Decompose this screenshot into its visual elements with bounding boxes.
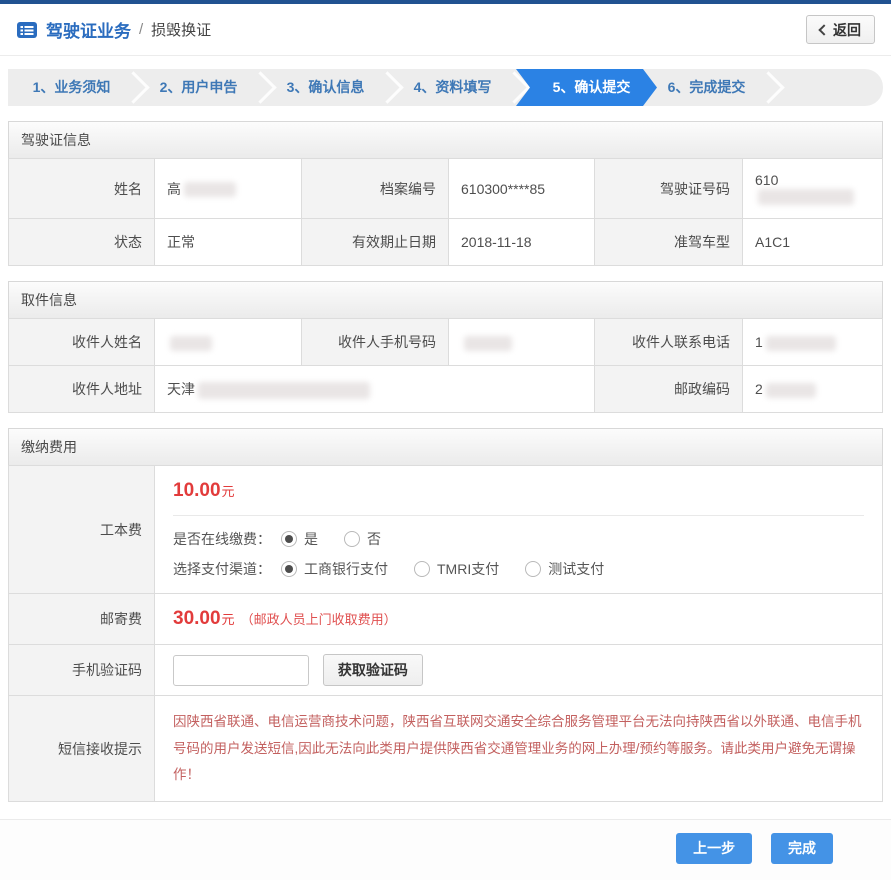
breadcrumb: 驾驶证业务 / 损毁换证	[16, 17, 211, 42]
online-pay-yes-option[interactable]: 是	[281, 529, 318, 549]
status-value: 正常	[155, 219, 302, 266]
channel-icbc-option[interactable]: 工商银行支付	[281, 559, 388, 579]
breadcrumb-separator: /	[139, 21, 143, 38]
redacted-value	[198, 382, 370, 399]
file-number-value: 610300****85	[449, 159, 595, 219]
redacted-value	[170, 336, 212, 351]
radio-tmri-label: TMRI支付	[437, 559, 499, 579]
get-sms-code-button[interactable]: 获取验证码	[323, 654, 423, 686]
online-pay-option-row: 是否在线缴费： 是 否	[173, 529, 864, 549]
table-row: 短信接收提示 因陕西省联通、电信运营商技术问题，陕西省互联网交通安全综合服务管理…	[9, 696, 883, 802]
pickup-info-table: 收件人姓名 收件人手机号码 收件人联系电话 1 收件人地址 天津 邮政编码 2	[8, 318, 883, 413]
table-row: 状态 正常 有效期止日期 2018-11-18 准驾车型 A1C1	[9, 219, 883, 266]
channel-test-option[interactable]: 测试支付	[525, 559, 604, 579]
recipient-address-label: 收件人地址	[9, 366, 155, 413]
step-5-confirm-submit-active: 5、确认提交	[516, 69, 657, 106]
channel-tmri-option[interactable]: TMRI支付	[414, 559, 499, 579]
fees-section-title: 缴纳费用	[8, 428, 883, 465]
back-button-label: 返回	[833, 20, 861, 40]
step-2-user-declaration: 2、用户申告	[135, 69, 262, 106]
pay-channel-option-row: 选择支付渠道： 工商银行支付 TMRI支付 测试支付	[173, 559, 864, 579]
radio-icbc-label: 工商银行支付	[304, 559, 388, 579]
table-row: 手机验证码 获取验证码	[9, 645, 883, 696]
pickup-section-title: 取件信息	[8, 281, 883, 318]
footer-actions: 上一步 完成	[0, 819, 891, 880]
recipient-phone-label: 收件人联系电话	[595, 319, 743, 366]
zip-code-label: 邮政编码	[595, 366, 743, 413]
sms-notice-cell: 因陕西省联通、电信运营商技术问题，陕西省互联网交通安全综合服务管理平台无法向持陕…	[155, 696, 883, 802]
work-fee-label: 工本费	[9, 466, 155, 594]
recipient-mobile-value	[449, 319, 595, 366]
radio-no-icon[interactable]	[344, 531, 360, 547]
sms-code-input[interactable]	[173, 655, 309, 686]
redacted-value	[766, 383, 816, 398]
name-label: 姓名	[9, 159, 155, 219]
table-row: 收件人姓名 收件人手机号码 收件人联系电话 1	[9, 319, 883, 366]
redacted-value	[758, 189, 854, 205]
redacted-value	[464, 336, 512, 351]
status-label: 状态	[9, 219, 155, 266]
pay-channel-question: 选择支付渠道：	[173, 559, 271, 579]
recipient-address-value: 天津	[155, 366, 595, 413]
back-button[interactable]: 返回	[806, 15, 875, 44]
recipient-mobile-label: 收件人手机号码	[302, 319, 449, 366]
fees-table: 工本费 10.00元 是否在线缴费： 是 否	[8, 465, 883, 802]
divider	[173, 515, 864, 516]
recipient-name-label: 收件人姓名	[9, 319, 155, 366]
zip-code-value: 2	[743, 366, 883, 413]
page-header: 驾驶证业务 / 损毁换证 返回	[0, 4, 891, 56]
step-nav: 1、业务须知 2、用户申告 3、确认信息 4、资料填写 5、确认提交 6、完成提…	[8, 69, 883, 106]
breadcrumb-current: 损毁换证	[151, 19, 211, 40]
radio-yes-icon[interactable]	[281, 531, 297, 547]
online-pay-question: 是否在线缴费：	[173, 529, 271, 549]
redacted-value	[766, 336, 836, 351]
radio-no-label: 否	[367, 529, 381, 549]
postage-fee-note: （邮政人员上门收取费用）	[241, 612, 397, 627]
step-bar-tail	[770, 69, 883, 106]
license-section-title: 驾驶证信息	[8, 121, 883, 158]
radio-tmri-icon[interactable]	[414, 561, 430, 577]
work-fee-cell: 10.00元 是否在线缴费： 是 否 选择支付渠道：	[155, 466, 883, 594]
radio-yes-label: 是	[304, 529, 318, 549]
recipient-phone-value: 1	[743, 319, 883, 366]
radio-icbc-icon[interactable]	[281, 561, 297, 577]
expiry-date-value: 2018-11-18	[449, 219, 595, 266]
fees-section: 缴纳费用 工本费 10.00元 是否在线缴费： 是 否	[8, 428, 883, 802]
postage-fee-label: 邮寄费	[9, 594, 155, 645]
vehicle-class-value: A1C1	[743, 219, 883, 266]
online-pay-no-option[interactable]: 否	[344, 529, 381, 549]
license-number-value: 610	[743, 159, 883, 219]
sms-notice-text: 因陕西省联通、电信运营商技术问题，陕西省互联网交通安全综合服务管理平台无法向持陕…	[173, 709, 864, 788]
table-row: 收件人地址 天津 邮政编码 2	[9, 366, 883, 413]
step-4-fill-materials: 4、资料填写	[389, 69, 516, 106]
sms-code-cell: 获取验证码	[155, 645, 883, 696]
step-3-confirm-info: 3、确认信息	[262, 69, 389, 106]
table-row: 工本费 10.00元 是否在线缴费： 是 否	[9, 466, 883, 594]
step-1-business-notice: 1、业务须知	[8, 69, 135, 106]
license-info-table: 姓名 高 档案编号 610300****85 驾驶证号码 610 状态 正常 有…	[8, 158, 883, 266]
step-6-complete-submit: 6、完成提交	[643, 69, 770, 106]
file-number-label: 档案编号	[302, 159, 449, 219]
license-number-label: 驾驶证号码	[595, 159, 743, 219]
work-fee-amount: 10.00元	[173, 480, 864, 502]
page-title: 驾驶证业务	[46, 17, 131, 42]
sms-notice-label: 短信接收提示	[9, 696, 155, 802]
table-row: 邮寄费 30.00元（邮政人员上门收取费用）	[9, 594, 883, 645]
license-info-section: 驾驶证信息 姓名 高 档案编号 610300****85 驾驶证号码 610 状…	[8, 121, 883, 266]
vehicle-class-label: 准驾车型	[595, 219, 743, 266]
back-chevron-icon	[818, 24, 829, 35]
redacted-value	[184, 182, 236, 197]
previous-step-button[interactable]: 上一步	[676, 833, 752, 864]
license-list-icon	[16, 21, 38, 39]
table-row: 姓名 高 档案编号 610300****85 驾驶证号码 610	[9, 159, 883, 219]
pickup-info-section: 取件信息 收件人姓名 收件人手机号码 收件人联系电话 1 收件人地址 天津 邮政…	[8, 281, 883, 413]
radio-test-icon[interactable]	[525, 561, 541, 577]
expiry-date-label: 有效期止日期	[302, 219, 449, 266]
radio-test-label: 测试支付	[548, 559, 604, 579]
finish-button[interactable]: 完成	[771, 833, 833, 864]
recipient-name-value	[155, 319, 302, 366]
name-value: 高	[155, 159, 302, 219]
sms-code-label: 手机验证码	[9, 645, 155, 696]
postage-fee-cell: 30.00元（邮政人员上门收取费用）	[155, 594, 883, 645]
